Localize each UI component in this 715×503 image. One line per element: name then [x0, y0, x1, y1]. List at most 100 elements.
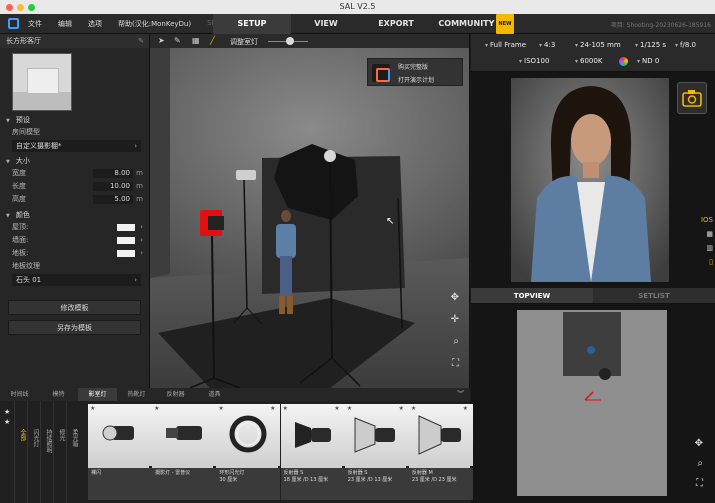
favorite-star-icon[interactable]: ★ — [154, 405, 159, 412]
grid-icon[interactable]: ▦ — [706, 230, 713, 238]
menu-help[interactable]: 帮助(汉化:MonKeyDu) — [118, 19, 191, 29]
modify-template-button[interactable]: 修改模板 — [8, 300, 141, 315]
favorite-star-icon[interactable]: ★ — [218, 405, 223, 412]
aperture-select[interactable]: f/8.0 — [675, 41, 696, 49]
tab-props[interactable]: 道具 — [195, 388, 234, 401]
tab-community[interactable]: COMMUNITY NEW — [431, 14, 521, 34]
tab-topview[interactable]: TOPVIEW — [471, 288, 593, 303]
fit-icon[interactable]: ⛶ — [452, 358, 459, 369]
right-tabs: TOPVIEW SETLIST — [471, 288, 715, 304]
category-softbox[interactable]: 柔光箱 — [66, 401, 79, 503]
fit-icon[interactable]: ⛶ — [696, 478, 703, 489]
tab-setup[interactable]: SETUP — [213, 14, 291, 34]
menu-edit[interactable]: 编辑 — [58, 19, 72, 29]
favorite-star-icon[interactable]: ★ — [270, 405, 275, 412]
chevron-right-icon[interactable]: › — [140, 234, 143, 247]
card-title: 反射器 S — [347, 470, 368, 476]
tab-reflectors[interactable]: 反射器 — [156, 388, 195, 401]
tab-timeline[interactable]: 时间线 — [0, 388, 39, 401]
collapse-icon[interactable]: ︾ — [457, 389, 464, 399]
grid-icon[interactable]: ▦ — [192, 36, 200, 45]
cursor-icon[interactable]: ➤ — [158, 36, 165, 45]
equipment-card-bare-flash[interactable]: ★ 裸闪 — [88, 404, 152, 500]
category-continuous[interactable]: 持续照明 — [40, 401, 53, 503]
height-input[interactable]: 5.00 — [93, 195, 133, 204]
length-input[interactable]: 10.00 — [93, 182, 133, 191]
pencil-icon[interactable]: ✎ — [174, 36, 181, 45]
tab-view[interactable]: VIEW — [291, 14, 361, 34]
aspect-ratio-select[interactable]: 4:3 — [539, 41, 555, 49]
sensor-format-select[interactable]: Full Frame — [485, 41, 526, 49]
wall-label: 墙面: — [12, 236, 29, 244]
room-light-slider-knob[interactable] — [286, 37, 294, 45]
section-size[interactable]: 大小 — [0, 155, 149, 167]
move-icon[interactable]: ✥ — [451, 292, 459, 303]
star-filled-icon[interactable]: ★ — [4, 417, 14, 427]
favorite-star-icon[interactable]: ★ — [411, 405, 416, 412]
equipment-card-reflector-s-18[interactable]: ★ ★ 反射器 S 18 厘米 /D 13 厘米 — [280, 404, 345, 500]
wall-color-swatch[interactable] — [117, 237, 135, 244]
white-balance-select[interactable]: 6000K — [575, 57, 602, 65]
buy-full-version-link[interactable]: 购买完整版 — [398, 62, 428, 71]
camera-preview[interactable]: IOS ▦ ▥ ▯ — [471, 72, 715, 288]
section-color[interactable]: 颜色 — [0, 209, 149, 221]
favorite-star-icon[interactable]: ★ — [283, 405, 288, 412]
save-as-template-button[interactable]: 另存为模板 — [8, 320, 141, 335]
lens-select[interactable]: 24-105 mm — [575, 41, 621, 49]
room-model-dropdown[interactable]: 自定义摄影棚* — [12, 140, 141, 152]
chevron-right-icon[interactable]: › — [140, 247, 143, 260]
tab-setlist[interactable]: SETLIST — [593, 288, 715, 303]
floor-color-swatch[interactable] — [117, 250, 135, 257]
ring-flash-icon — [229, 415, 267, 453]
height-label: 高度 — [12, 195, 26, 203]
menu-file[interactable]: 文件 — [28, 19, 42, 29]
capture-button[interactable] — [677, 82, 707, 114]
shutter-select[interactable]: 1/125 s — [635, 41, 666, 49]
room-thumbnail[interactable] — [12, 53, 72, 111]
app-logo-icon[interactable] — [8, 18, 19, 29]
favorite-star-icon[interactable]: ★ — [463, 405, 468, 412]
section-preset[interactable]: 预设 — [0, 114, 149, 126]
app-logo-icon — [372, 64, 390, 82]
pin-icon[interactable]: ✎ — [138, 34, 144, 48]
zoom-icon[interactable]: ⌕ — [697, 458, 703, 469]
frame-icon[interactable]: ▯ — [709, 258, 713, 266]
tab-models[interactable]: 模特 — [39, 388, 78, 401]
favorite-star-icon[interactable]: ★ — [90, 405, 95, 412]
equipment-card-reflector-s-23[interactable]: ★ ★ 反射器 S 23 厘米 /D 13 厘米 — [344, 404, 409, 500]
category-all[interactable]: 全部 — [14, 401, 27, 503]
width-unit: m — [136, 169, 143, 177]
star-icon[interactable]: ★ — [4, 407, 14, 417]
ceiling-color-swatch[interactable] — [117, 224, 135, 231]
category-flash[interactable]: 闪光灯 — [27, 401, 40, 503]
nd-filter-select[interactable]: ND 0 — [637, 57, 659, 65]
menu-options[interactable]: 选项 — [88, 19, 102, 29]
light-marker — [599, 368, 611, 380]
zoom-icon[interactable]: ⌕ — [453, 336, 459, 347]
tab-speedlights[interactable]: 热靴灯 — [117, 388, 156, 401]
room-light-label: 调整室灯 — [230, 38, 258, 46]
favorite-star-icon[interactable]: ★ — [398, 405, 403, 412]
category-modifier[interactable]: 修光 — [53, 401, 66, 503]
tab-studio-lights[interactable]: 影室灯 — [78, 388, 117, 401]
floor-texture-dropdown[interactable]: 石头 01 — [12, 274, 141, 286]
3d-viewport[interactable]: ➤ ✎ ▦ ╱ 调整室灯 ↖ 购买完整版 打开演示计划 ✥ ✛ ⌕ ⛶ — [150, 34, 470, 388]
iso-select[interactable]: ISO100 — [519, 57, 549, 65]
line-icon[interactable]: ╱ — [210, 36, 215, 45]
color-wheel-icon[interactable] — [619, 57, 628, 66]
layout-icon[interactable]: ▥ — [706, 244, 713, 252]
ios-toggle[interactable]: IOS — [701, 216, 713, 224]
equipment-card-studio-light[interactable]: ★ 摄影灯 - 雷普仪 — [152, 404, 217, 500]
topview-panel[interactable]: ✥ ⌕ ⛶ — [471, 304, 715, 503]
tab-export[interactable]: EXPORT — [361, 14, 431, 34]
pan-icon[interactable]: ✛ — [451, 314, 459, 325]
chevron-right-icon[interactable]: › — [140, 221, 143, 234]
open-demo-plan-link[interactable]: 打开演示计划 — [398, 75, 434, 84]
favorite-star-icon[interactable]: ★ — [334, 405, 339, 412]
equipment-card-reflector-m[interactable]: ★ ★ 反射器 M 23 厘米 /D 23 厘米 — [408, 404, 473, 500]
move-icon[interactable]: ✥ — [695, 438, 703, 449]
card-size: 23 厘米 /D 23 厘米 — [411, 477, 457, 483]
favorite-star-icon[interactable]: ★ — [347, 405, 352, 412]
equipment-card-ring-flash[interactable]: ★ ★ 环形闪光灯 30 厘米 — [216, 404, 281, 500]
width-input[interactable]: 8.00 — [93, 169, 133, 178]
